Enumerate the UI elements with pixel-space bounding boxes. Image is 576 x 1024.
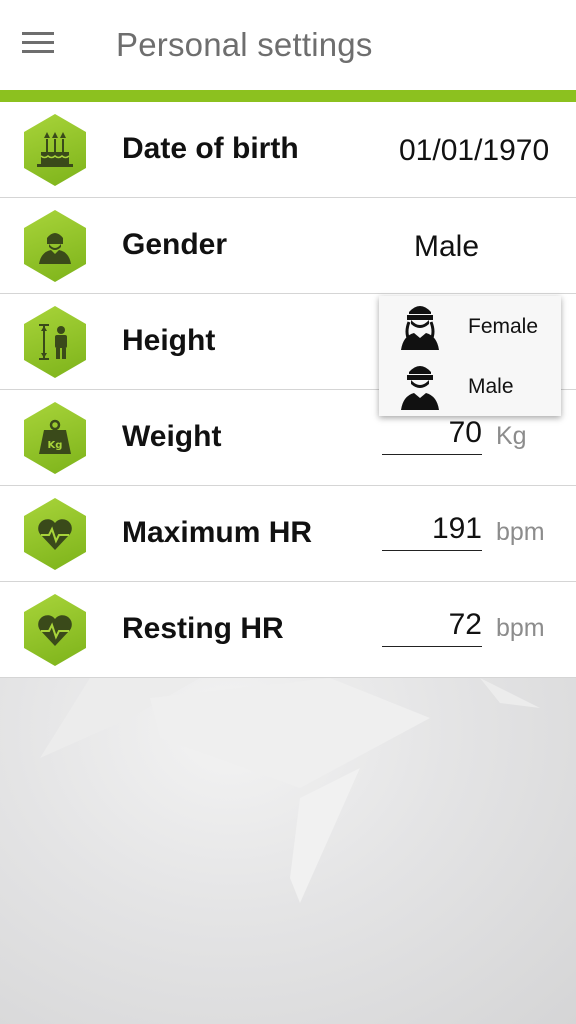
weight-label: Weight: [122, 420, 222, 453]
background-area: [0, 678, 576, 1024]
female-cyclist-icon: [401, 306, 439, 350]
page-title: Personal settings: [116, 26, 373, 63]
maximum-hr-row[interactable]: Maximum HR 191 bpm: [0, 486, 576, 582]
male-cyclist-icon: [401, 366, 439, 410]
height-label: Height: [122, 324, 216, 357]
gender-option-female[interactable]: Female: [379, 296, 561, 356]
weight-input[interactable]: 70: [382, 412, 482, 455]
birthday-cake-icon: [24, 114, 86, 186]
heart-pulse-icon: [24, 498, 86, 570]
date-of-birth-value[interactable]: 01/01/1970: [399, 134, 549, 168]
gender-option-male[interactable]: Male: [379, 356, 561, 416]
gender-dropdown: Female Male: [379, 296, 561, 416]
accent-divider: [0, 90, 576, 102]
male-option-label: Male: [468, 375, 514, 398]
maximum-hr-unit: bpm: [496, 518, 545, 546]
resting-hr-label: Resting HR: [122, 612, 284, 645]
resting-hr-row[interactable]: Resting HR 72 bpm: [0, 582, 576, 678]
date-of-birth-row[interactable]: Date of birth 01/01/1970: [0, 102, 576, 198]
svg-text:Kg: Kg: [48, 440, 63, 451]
hamburger-menu-icon[interactable]: [22, 32, 54, 56]
background-decoration: [40, 678, 540, 903]
weight-unit: Kg: [496, 422, 527, 450]
app-bar: Personal settings: [0, 0, 576, 90]
resting-hr-unit: bpm: [496, 614, 545, 642]
gender-value[interactable]: Male: [414, 230, 479, 264]
heart-pulse-icon: [24, 594, 86, 666]
female-option-label: Female: [468, 315, 539, 338]
resting-hr-input[interactable]: 72: [382, 604, 482, 647]
gender-row[interactable]: Gender Male: [0, 198, 576, 294]
date-of-birth-label: Date of birth: [122, 132, 299, 165]
maximum-hr-input[interactable]: 191: [382, 508, 482, 551]
height-measure-icon: [24, 306, 86, 378]
weight-kg-icon: Kg: [24, 402, 86, 474]
maximum-hr-label: Maximum HR: [122, 516, 313, 549]
cyclist-avatar-icon: [24, 210, 86, 282]
gender-label: Gender: [122, 228, 228, 261]
